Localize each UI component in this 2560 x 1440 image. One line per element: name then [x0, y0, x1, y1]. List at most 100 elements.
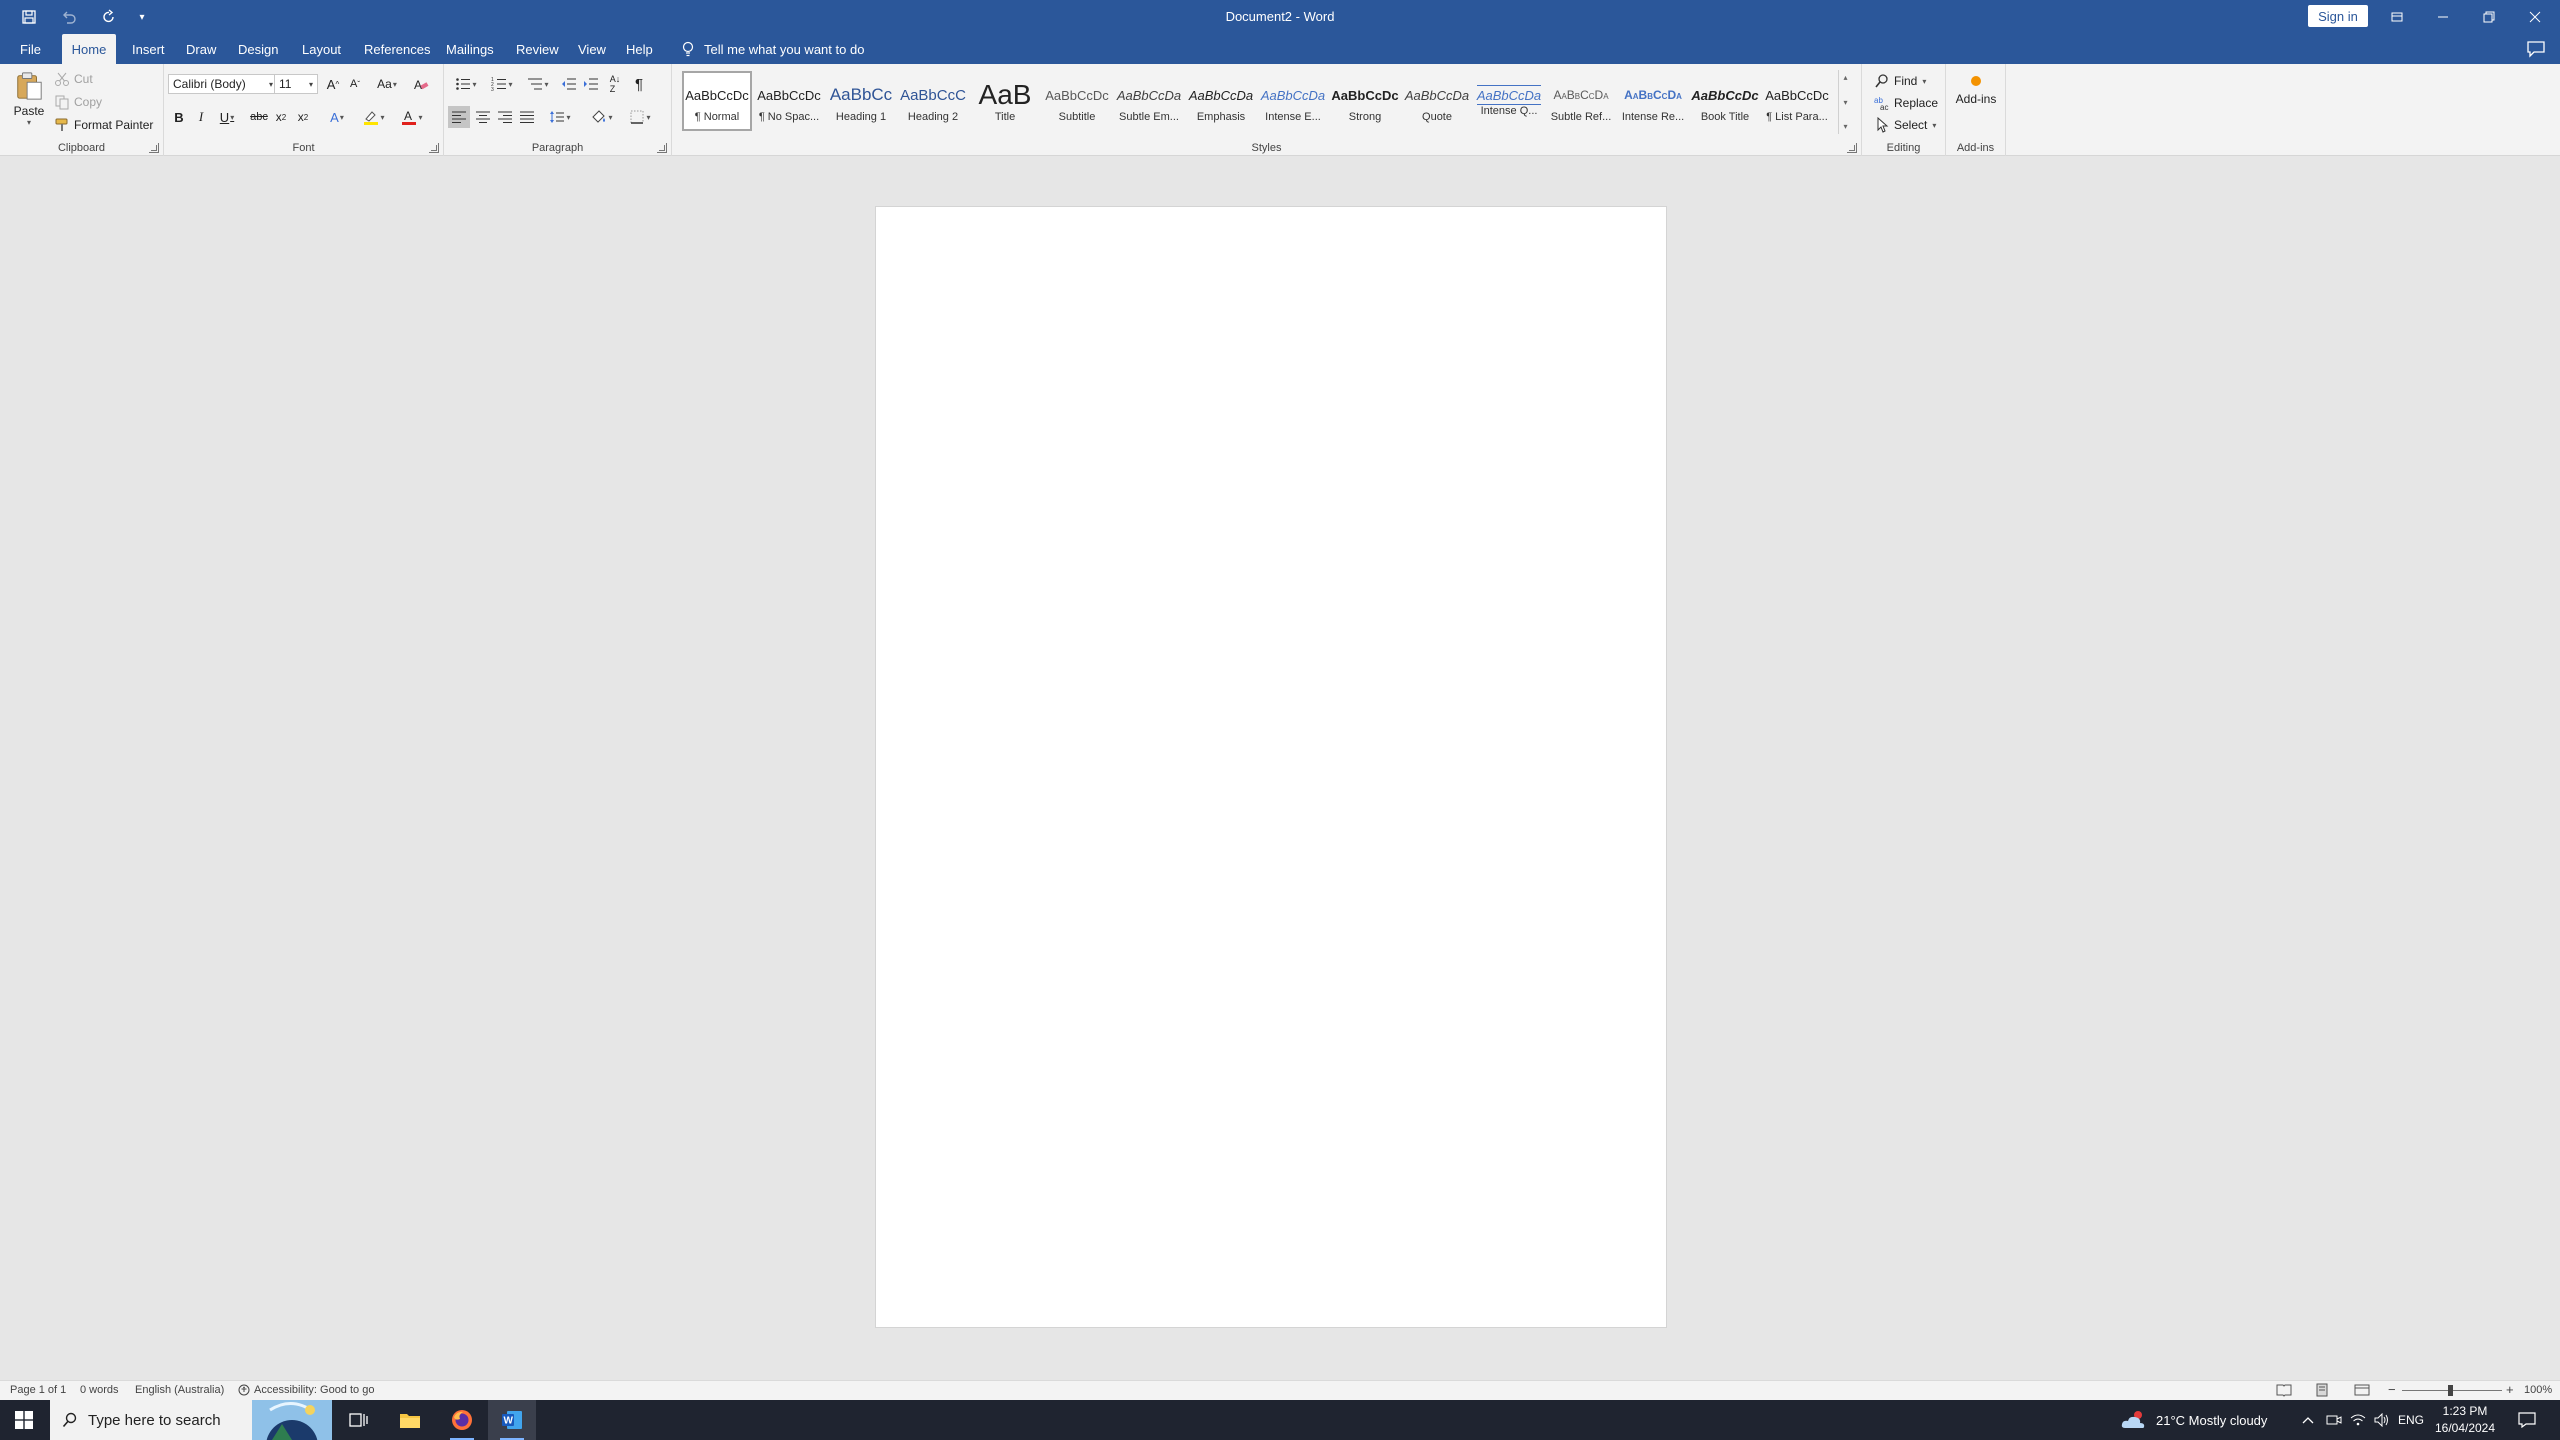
tab-references[interactable]: References: [354, 34, 440, 64]
multilevel-list-icon[interactable]: ▾: [522, 73, 554, 95]
align-right-icon[interactable]: [494, 106, 516, 128]
styles-gallery-scroll[interactable]: ▴ ▾ ▾: [1838, 70, 1852, 134]
paste-dropdown-icon[interactable]: ▾: [27, 118, 31, 127]
style-subtle-emphasis[interactable]: AaBbCcDa Subtle Em...: [1114, 71, 1184, 131]
style-heading-1[interactable]: AaBbCc Heading 1: [826, 71, 896, 131]
justify-icon[interactable]: [516, 106, 538, 128]
file-explorer-icon[interactable]: [386, 1400, 434, 1440]
notifications-icon[interactable]: [2518, 1400, 2536, 1440]
ribbon-display-options-icon[interactable]: [2374, 0, 2420, 34]
font-size-dropdown-icon[interactable]: ▾: [309, 80, 313, 89]
find-button[interactable]: Find ▾: [1872, 70, 1928, 92]
style-intense-emphasis[interactable]: AaBbCcDa Intense E...: [1258, 71, 1328, 131]
input-language[interactable]: ENG: [2398, 1400, 2424, 1440]
grow-font-icon[interactable]: A ^: [322, 73, 344, 95]
zoom-level[interactable]: 100%: [2524, 1384, 2552, 1396]
font-size-combo[interactable]: 11 ▾: [274, 74, 318, 94]
strikethrough-icon[interactable]: abc: [248, 106, 270, 128]
tab-mailings[interactable]: Mailings: [436, 34, 504, 64]
style-intense-quote[interactable]: AaBbCcDa Intense Q...: [1474, 71, 1544, 131]
underline-icon[interactable]: U ▾: [212, 106, 242, 128]
start-button[interactable]: [0, 1400, 48, 1440]
tab-draw[interactable]: Draw: [176, 34, 226, 64]
font-name-combo[interactable]: Calibri (Body) ▾: [168, 74, 278, 94]
align-center-icon[interactable]: [472, 106, 494, 128]
sign-in-button[interactable]: Sign in: [2308, 5, 2368, 27]
style-intense-reference[interactable]: AaBbCcDa Intense Re...: [1618, 71, 1688, 131]
clear-formatting-icon[interactable]: A: [410, 73, 432, 95]
word-app-icon[interactable]: W: [488, 1400, 536, 1440]
tab-review[interactable]: Review: [506, 34, 569, 64]
copy-button[interactable]: Copy: [52, 91, 104, 113]
tab-design[interactable]: Design: [228, 34, 288, 64]
firefox-icon[interactable]: [438, 1400, 486, 1440]
decrease-indent-icon[interactable]: [558, 73, 580, 95]
tab-file[interactable]: File: [10, 34, 51, 64]
word-count[interactable]: 0 words: [80, 1384, 119, 1396]
style-quote[interactable]: AaBbCcDa Quote: [1402, 71, 1472, 131]
minimize-icon[interactable]: [2420, 0, 2466, 34]
zoom-out-icon[interactable]: −: [2388, 1382, 2396, 1397]
paste-button[interactable]: Paste ▾: [8, 70, 50, 140]
highlight-color-icon[interactable]: ▾: [358, 106, 390, 128]
style-list-paragraph[interactable]: AaBbCcDc ¶ List Para...: [1762, 71, 1832, 131]
gallery-more-icon[interactable]: ▾: [1843, 122, 1847, 131]
select-button[interactable]: Select ▾: [1872, 114, 1938, 136]
tell-me-search[interactable]: Tell me what you want to do: [680, 34, 864, 64]
print-layout-icon[interactable]: [2314, 1383, 2330, 1397]
cut-button[interactable]: Cut: [52, 68, 95, 90]
styles-launcher-icon[interactable]: [1847, 143, 1857, 153]
weather-widget[interactable]: 21°C Mostly cloudy: [2120, 1400, 2267, 1440]
document-page[interactable]: [875, 206, 1667, 1328]
bold-icon[interactable]: B: [168, 106, 190, 128]
save-icon[interactable]: [14, 4, 44, 30]
style-subtle-reference[interactable]: AaBbCcDa Subtle Ref...: [1546, 71, 1616, 131]
show-hidden-icons-icon[interactable]: [2302, 1400, 2314, 1440]
tab-insert[interactable]: Insert: [122, 34, 175, 64]
font-launcher-icon[interactable]: [429, 143, 439, 153]
replace-button[interactable]: ab ac Replace: [1872, 92, 1940, 114]
style-emphasis[interactable]: AaBbCcDa Emphasis: [1186, 71, 1256, 131]
language-status[interactable]: English (Australia): [135, 1384, 224, 1396]
italic-icon[interactable]: I: [190, 106, 212, 128]
find-dropdown-icon[interactable]: ▾: [1922, 77, 1926, 86]
style-strong[interactable]: AaBbCcDc Strong: [1330, 71, 1400, 131]
volume-icon[interactable]: [2374, 1400, 2390, 1440]
web-layout-icon[interactable]: [2354, 1383, 2370, 1397]
style-subtitle[interactable]: AaBbCcDc Subtitle: [1042, 71, 1112, 131]
font-color-icon[interactable]: A ▾: [396, 106, 428, 128]
gallery-down-icon[interactable]: ▾: [1843, 98, 1847, 107]
line-spacing-icon[interactable]: ▾: [544, 106, 576, 128]
select-dropdown-icon[interactable]: ▾: [1932, 121, 1936, 130]
accessibility-status[interactable]: Accessibility: Good to go: [238, 1384, 374, 1396]
borders-icon[interactable]: ▾: [624, 106, 656, 128]
numbering-icon[interactable]: 1 2 3 ▾: [486, 73, 518, 95]
font-name-dropdown-icon[interactable]: ▾: [269, 80, 273, 89]
read-mode-icon[interactable]: [2276, 1383, 2292, 1397]
superscript-icon[interactable]: x2: [292, 106, 314, 128]
close-icon[interactable]: [2512, 0, 2558, 34]
style-book-title[interactable]: AaBbCcDc Book Title: [1690, 71, 1760, 131]
align-left-icon[interactable]: [448, 106, 470, 128]
shrink-font-icon[interactable]: Aˇ: [344, 73, 366, 95]
taskbar-search-box[interactable]: Type here to search: [50, 1400, 332, 1440]
meet-now-icon[interactable]: [2326, 1400, 2342, 1440]
show-formatting-marks-icon[interactable]: ¶: [628, 73, 650, 95]
clock[interactable]: 1:23 PM 16/04/2024: [2428, 1403, 2502, 1437]
shading-icon[interactable]: ▾: [586, 106, 618, 128]
style-no-spacing[interactable]: AaBbCcDc ¶ No Spac...: [754, 71, 824, 131]
restore-icon[interactable]: [2466, 0, 2512, 34]
paragraph-launcher-icon[interactable]: [657, 143, 667, 153]
tab-home[interactable]: Home: [62, 34, 116, 64]
subscript-icon[interactable]: x2: [270, 106, 292, 128]
tab-help[interactable]: Help: [616, 34, 663, 64]
clipboard-launcher-icon[interactable]: [149, 143, 159, 153]
network-icon[interactable]: [2350, 1400, 2366, 1440]
undo-icon[interactable]: [54, 4, 84, 30]
format-painter-button[interactable]: Format Painter: [52, 114, 155, 136]
style-heading-2[interactable]: AaBbCcC Heading 2: [898, 71, 968, 131]
customize-qat-icon[interactable]: ▾: [134, 4, 150, 30]
tab-view[interactable]: View: [568, 34, 616, 64]
text-effects-icon[interactable]: A ▾: [322, 106, 352, 128]
redo-icon[interactable]: [94, 4, 124, 30]
